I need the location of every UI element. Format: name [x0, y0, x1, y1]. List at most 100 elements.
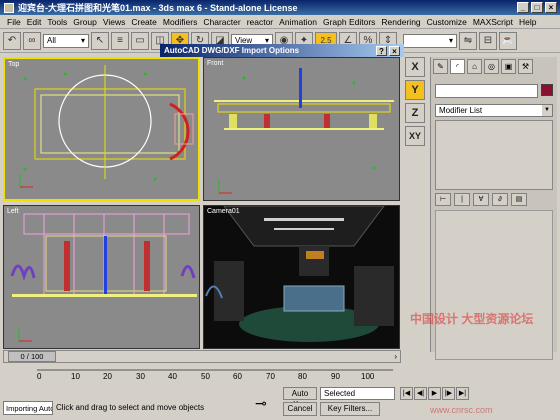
- chevron-down-icon: ▼: [542, 105, 552, 116]
- menu-reactor[interactable]: reactor: [244, 17, 276, 27]
- menu-rendering[interactable]: Rendering: [378, 17, 423, 27]
- object-name-field[interactable]: [435, 84, 538, 98]
- undo-icon[interactable]: ↶: [3, 31, 21, 50]
- maxscript-listener-box[interactable]: Importing Auto: [3, 401, 53, 415]
- menu-tools[interactable]: Tools: [44, 17, 70, 27]
- align-icon[interactable]: ⊟: [479, 31, 497, 50]
- window-title: 迎宾台-大理石拼图和光笔01.max - 3ds max 6 - Stand-a…: [18, 3, 298, 13]
- tick-label: 100: [361, 372, 375, 381]
- go-to-end-icon[interactable]: ▶|: [456, 387, 469, 400]
- select-object-icon[interactable]: ↖: [91, 31, 109, 50]
- axis-z-button[interactable]: Z: [405, 103, 425, 123]
- viewport-front-label[interactable]: Front: [207, 60, 223, 67]
- previous-frame-icon[interactable]: ◀|: [414, 387, 427, 400]
- auto-key-button[interactable]: Auto Key: [283, 387, 317, 409]
- menu-views[interactable]: Views: [100, 17, 129, 27]
- menu-animation[interactable]: Animation: [276, 17, 320, 27]
- dialog-help-button[interactable]: ?: [376, 45, 387, 56]
- watermark-url: www.cnrsc.com: [430, 405, 493, 415]
- track-bar-ticks: [37, 369, 393, 371]
- command-panel: ✎ ◜ ⌂ ◎ ▣ ⚒ Modifier List ▼ ⊢ | ∀ ∂ ▤: [430, 57, 557, 360]
- viewport-camera[interactable]: Camera01: [203, 205, 400, 349]
- select-by-name-icon[interactable]: ≡: [111, 31, 129, 50]
- pin-stack-icon[interactable]: ⊢: [435, 193, 451, 206]
- axis-x-button[interactable]: X: [405, 57, 425, 77]
- viewport-camera-label[interactable]: Camera01: [207, 208, 240, 215]
- import-dialog-title: AutoCAD DWG/DXF Import Options: [164, 46, 300, 55]
- make-unique-icon[interactable]: ∀: [473, 193, 489, 206]
- play-icon[interactable]: ▶: [428, 387, 441, 400]
- playback-controls: |◀ ◀| ▶ |▶ ▶|: [400, 387, 469, 400]
- viewport-top[interactable]: Top: [3, 57, 200, 201]
- render-icon[interactable]: ☕: [499, 31, 517, 50]
- display-tab-icon[interactable]: ▣: [501, 59, 516, 74]
- front-view-drawing: [214, 68, 394, 194]
- tick-label: 10: [71, 372, 80, 381]
- menu-modifiers[interactable]: Modifiers: [160, 17, 200, 27]
- tick-label: 60: [233, 372, 242, 381]
- menu-help[interactable]: Help: [516, 17, 539, 27]
- key-icon[interactable]: ⊸: [255, 395, 267, 412]
- motion-tab-icon[interactable]: ◎: [484, 59, 499, 74]
- time-slider-next-icon[interactable]: ›: [394, 352, 397, 361]
- menu-graph-editors[interactable]: Graph Editors: [320, 17, 378, 27]
- configure-sets-icon[interactable]: ▤: [511, 193, 527, 206]
- viewport-front[interactable]: Front: [203, 57, 400, 201]
- tick-label: 30: [136, 372, 145, 381]
- prompt-line: Click and drag to select and move object…: [56, 403, 205, 412]
- tick-label: 90: [331, 372, 340, 381]
- link-icon[interactable]: ∞: [23, 31, 41, 50]
- modifier-stack-view[interactable]: [435, 120, 553, 190]
- utilities-tab-icon[interactable]: ⚒: [518, 59, 533, 74]
- hierarchy-tab-icon[interactable]: ⌂: [467, 59, 482, 74]
- close-button[interactable]: ×: [545, 2, 557, 13]
- create-tab-icon[interactable]: ✎: [433, 59, 448, 74]
- axis-constraints-toolbar: X Y Z XY: [403, 57, 427, 157]
- time-slider-handle[interactable]: 0 / 100: [8, 351, 56, 362]
- named-selection-dropdown[interactable]: ▾: [403, 33, 457, 48]
- track-bar[interactable]: 0 10 20 30 40 50 60 70 80 90 100: [3, 364, 401, 384]
- mirror-icon[interactable]: ⇋: [459, 31, 477, 50]
- show-end-result-icon[interactable]: |: [454, 193, 470, 206]
- menu-maxscript[interactable]: MAXScript: [470, 17, 516, 27]
- tick-label: 40: [168, 372, 177, 381]
- minimize-button[interactable]: _: [517, 2, 529, 13]
- menu-file[interactable]: File: [4, 17, 24, 27]
- menu-edit[interactable]: Edit: [24, 17, 45, 27]
- remove-modifier-icon[interactable]: ∂: [492, 193, 508, 206]
- tick-label: 50: [201, 372, 210, 381]
- menu-character[interactable]: Character: [200, 17, 243, 27]
- set-key-button[interactable]: Cancel: [283, 402, 317, 416]
- axis-y-button[interactable]: Y: [405, 80, 425, 100]
- viewport-top-label[interactable]: Top: [8, 61, 19, 68]
- dialog-close-button[interactable]: ×: [389, 45, 400, 56]
- watermark-text: 中国设计 大型资源论坛: [410, 312, 534, 326]
- menu-customize[interactable]: Customize: [424, 17, 470, 27]
- menu-create[interactable]: Create: [128, 17, 160, 27]
- camera-view-render: [204, 206, 399, 348]
- object-color-swatch[interactable]: [541, 84, 553, 96]
- next-frame-icon[interactable]: |▶: [442, 387, 455, 400]
- key-filters-button[interactable]: Key Filters...: [320, 402, 380, 416]
- menu-bar: File Edit Tools Group Views Create Modif…: [0, 15, 560, 29]
- import-dialog-titlebar[interactable]: AutoCAD DWG/DXF Import Options ? ×: [160, 44, 404, 57]
- tick-label: 20: [103, 372, 112, 381]
- selection-filter-dropdown[interactable]: All ▾: [43, 33, 89, 48]
- app-icon: [4, 2, 14, 13]
- go-to-start-icon[interactable]: |◀: [400, 387, 413, 400]
- viewport-left[interactable]: Left: [3, 205, 200, 349]
- viewport-area: Top Front Left Camera01: [3, 57, 401, 349]
- tick-label: 0: [37, 372, 42, 381]
- key-mode-dropdown[interactable]: Selected: [320, 387, 395, 400]
- command-panel-tabs: ✎ ◜ ⌂ ◎ ▣ ⚒: [431, 57, 557, 76]
- axis-xy-button[interactable]: XY: [405, 126, 425, 146]
- time-slider[interactable]: 0 / 100 ›: [3, 350, 401, 363]
- rollout-area: [435, 210, 553, 360]
- maximize-button[interactable]: □: [531, 2, 543, 13]
- rectangular-selection-icon[interactable]: ▭: [131, 31, 149, 50]
- tick-label: 70: [266, 372, 275, 381]
- modify-tab-icon[interactable]: ◜: [450, 59, 465, 74]
- menu-group[interactable]: Group: [70, 17, 100, 27]
- viewport-left-label[interactable]: Left: [7, 208, 19, 215]
- modifier-list-dropdown[interactable]: Modifier List ▼: [435, 104, 553, 117]
